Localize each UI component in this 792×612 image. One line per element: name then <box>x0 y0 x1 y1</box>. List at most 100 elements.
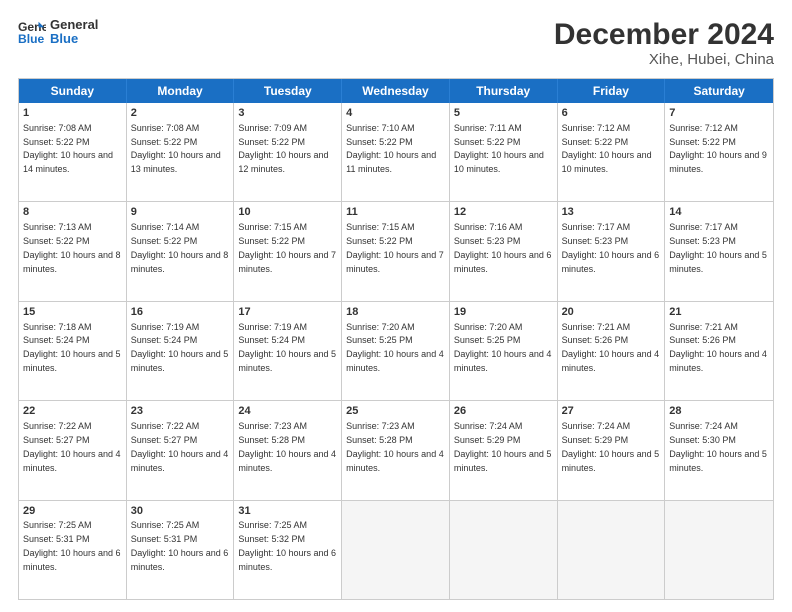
day-info: Sunrise: 7:22 AMSunset: 5:27 PMDaylight:… <box>131 421 229 472</box>
day-info: Sunrise: 7:10 AMSunset: 5:22 PMDaylight:… <box>346 123 436 174</box>
day-info: Sunrise: 7:23 AMSunset: 5:28 PMDaylight:… <box>238 421 336 472</box>
day-info: Sunrise: 7:12 AMSunset: 5:22 PMDaylight:… <box>562 123 652 174</box>
day-number: 19 <box>454 305 553 320</box>
day-info: Sunrise: 7:24 AMSunset: 5:29 PMDaylight:… <box>562 421 660 472</box>
day-info: Sunrise: 7:17 AMSunset: 5:23 PMDaylight:… <box>562 222 660 273</box>
calendar-week-4: 22 Sunrise: 7:22 AMSunset: 5:27 PMDaylig… <box>19 401 773 500</box>
page: General Blue General Blue December 2024 … <box>0 0 792 612</box>
calendar-cell-5: 5 Sunrise: 7:11 AMSunset: 5:22 PMDayligh… <box>450 103 558 201</box>
calendar-cell-9: 9 Sunrise: 7:14 AMSunset: 5:22 PMDayligh… <box>127 202 235 300</box>
calendar-week-5: 29 Sunrise: 7:25 AMSunset: 5:31 PMDaylig… <box>19 501 773 599</box>
day-info: Sunrise: 7:16 AMSunset: 5:23 PMDaylight:… <box>454 222 552 273</box>
day-info: Sunrise: 7:21 AMSunset: 5:26 PMDaylight:… <box>669 322 767 373</box>
calendar-cell-24: 24 Sunrise: 7:23 AMSunset: 5:28 PMDaylig… <box>234 401 342 499</box>
calendar-cell-23: 23 Sunrise: 7:22 AMSunset: 5:27 PMDaylig… <box>127 401 235 499</box>
calendar-week-1: 1 Sunrise: 7:08 AMSunset: 5:22 PMDayligh… <box>19 103 773 202</box>
page-title: December 2024 <box>554 18 774 51</box>
calendar-cell-21: 21 Sunrise: 7:21 AMSunset: 5:26 PMDaylig… <box>665 302 773 400</box>
day-number: 21 <box>669 305 769 320</box>
day-info: Sunrise: 7:22 AMSunset: 5:27 PMDaylight:… <box>23 421 121 472</box>
calendar: Sunday Monday Tuesday Wednesday Thursday… <box>18 78 774 600</box>
day-info: Sunrise: 7:25 AMSunset: 5:31 PMDaylight:… <box>23 520 121 571</box>
day-info: Sunrise: 7:08 AMSunset: 5:22 PMDaylight:… <box>23 123 113 174</box>
day-info: Sunrise: 7:08 AMSunset: 5:22 PMDaylight:… <box>131 123 221 174</box>
day-number: 31 <box>238 504 337 519</box>
day-info: Sunrise: 7:12 AMSunset: 5:22 PMDaylight:… <box>669 123 767 174</box>
day-header-wednesday: Wednesday <box>342 79 450 103</box>
day-number: 2 <box>131 106 230 121</box>
day-info: Sunrise: 7:17 AMSunset: 5:23 PMDaylight:… <box>669 222 767 273</box>
day-number: 29 <box>23 504 122 519</box>
calendar-cell-31: 31 Sunrise: 7:25 AMSunset: 5:32 PMDaylig… <box>234 501 342 599</box>
day-info: Sunrise: 7:20 AMSunset: 5:25 PMDaylight:… <box>346 322 444 373</box>
day-number: 23 <box>131 404 230 419</box>
day-info: Sunrise: 7:23 AMSunset: 5:28 PMDaylight:… <box>346 421 444 472</box>
day-number: 12 <box>454 205 553 220</box>
day-number: 3 <box>238 106 337 121</box>
svg-text:Blue: Blue <box>18 32 45 46</box>
calendar-cell-empty <box>558 501 666 599</box>
day-number: 16 <box>131 305 230 320</box>
calendar-cell-empty <box>450 501 558 599</box>
day-number: 6 <box>562 106 661 121</box>
day-number: 28 <box>669 404 769 419</box>
day-number: 13 <box>562 205 661 220</box>
page-subtitle: Xihe, Hubei, China <box>554 51 774 68</box>
day-number: 8 <box>23 205 122 220</box>
day-info: Sunrise: 7:15 AMSunset: 5:22 PMDaylight:… <box>346 222 444 273</box>
day-info: Sunrise: 7:25 AMSunset: 5:32 PMDaylight:… <box>238 520 336 571</box>
day-header-thursday: Thursday <box>450 79 558 103</box>
header: General Blue General Blue December 2024 … <box>18 18 774 68</box>
day-number: 7 <box>669 106 769 121</box>
day-number: 24 <box>238 404 337 419</box>
calendar-cell-4: 4 Sunrise: 7:10 AMSunset: 5:22 PMDayligh… <box>342 103 450 201</box>
calendar-cell-15: 15 Sunrise: 7:18 AMSunset: 5:24 PMDaylig… <box>19 302 127 400</box>
calendar-cell-29: 29 Sunrise: 7:25 AMSunset: 5:31 PMDaylig… <box>19 501 127 599</box>
calendar-cell-26: 26 Sunrise: 7:24 AMSunset: 5:29 PMDaylig… <box>450 401 558 499</box>
day-number: 18 <box>346 305 445 320</box>
day-info: Sunrise: 7:24 AMSunset: 5:30 PMDaylight:… <box>669 421 767 472</box>
calendar-cell-22: 22 Sunrise: 7:22 AMSunset: 5:27 PMDaylig… <box>19 401 127 499</box>
day-number: 27 <box>562 404 661 419</box>
title-block: December 2024 Xihe, Hubei, China <box>554 18 774 68</box>
day-number: 10 <box>238 205 337 220</box>
logo-general: General <box>50 18 98 32</box>
calendar-cell-20: 20 Sunrise: 7:21 AMSunset: 5:26 PMDaylig… <box>558 302 666 400</box>
day-header-friday: Friday <box>558 79 666 103</box>
calendar-cell-18: 18 Sunrise: 7:20 AMSunset: 5:25 PMDaylig… <box>342 302 450 400</box>
day-number: 30 <box>131 504 230 519</box>
day-number: 14 <box>669 205 769 220</box>
calendar-cell-25: 25 Sunrise: 7:23 AMSunset: 5:28 PMDaylig… <box>342 401 450 499</box>
calendar-cell-14: 14 Sunrise: 7:17 AMSunset: 5:23 PMDaylig… <box>665 202 773 300</box>
day-info: Sunrise: 7:21 AMSunset: 5:26 PMDaylight:… <box>562 322 660 373</box>
calendar-cell-10: 10 Sunrise: 7:15 AMSunset: 5:22 PMDaylig… <box>234 202 342 300</box>
calendar-week-3: 15 Sunrise: 7:18 AMSunset: 5:24 PMDaylig… <box>19 302 773 401</box>
day-info: Sunrise: 7:14 AMSunset: 5:22 PMDaylight:… <box>131 222 229 273</box>
calendar-cell-3: 3 Sunrise: 7:09 AMSunset: 5:22 PMDayligh… <box>234 103 342 201</box>
calendar-body: 1 Sunrise: 7:08 AMSunset: 5:22 PMDayligh… <box>19 103 773 599</box>
calendar-cell-17: 17 Sunrise: 7:19 AMSunset: 5:24 PMDaylig… <box>234 302 342 400</box>
day-info: Sunrise: 7:25 AMSunset: 5:31 PMDaylight:… <box>131 520 229 571</box>
calendar-cell-6: 6 Sunrise: 7:12 AMSunset: 5:22 PMDayligh… <box>558 103 666 201</box>
day-info: Sunrise: 7:15 AMSunset: 5:22 PMDaylight:… <box>238 222 336 273</box>
calendar-cell-28: 28 Sunrise: 7:24 AMSunset: 5:30 PMDaylig… <box>665 401 773 499</box>
calendar-cell-1: 1 Sunrise: 7:08 AMSunset: 5:22 PMDayligh… <box>19 103 127 201</box>
calendar-cell-27: 27 Sunrise: 7:24 AMSunset: 5:29 PMDaylig… <box>558 401 666 499</box>
logo-blue: Blue <box>50 32 98 46</box>
calendar-cell-13: 13 Sunrise: 7:17 AMSunset: 5:23 PMDaylig… <box>558 202 666 300</box>
day-number: 4 <box>346 106 445 121</box>
day-number: 17 <box>238 305 337 320</box>
calendar-cell-empty <box>342 501 450 599</box>
day-number: 26 <box>454 404 553 419</box>
calendar-cell-empty <box>665 501 773 599</box>
day-info: Sunrise: 7:20 AMSunset: 5:25 PMDaylight:… <box>454 322 552 373</box>
day-number: 22 <box>23 404 122 419</box>
day-number: 1 <box>23 106 122 121</box>
calendar-cell-7: 7 Sunrise: 7:12 AMSunset: 5:22 PMDayligh… <box>665 103 773 201</box>
day-info: Sunrise: 7:13 AMSunset: 5:22 PMDaylight:… <box>23 222 121 273</box>
day-number: 11 <box>346 205 445 220</box>
calendar-cell-19: 19 Sunrise: 7:20 AMSunset: 5:25 PMDaylig… <box>450 302 558 400</box>
calendar-header: Sunday Monday Tuesday Wednesday Thursday… <box>19 79 773 103</box>
calendar-cell-2: 2 Sunrise: 7:08 AMSunset: 5:22 PMDayligh… <box>127 103 235 201</box>
day-info: Sunrise: 7:24 AMSunset: 5:29 PMDaylight:… <box>454 421 552 472</box>
